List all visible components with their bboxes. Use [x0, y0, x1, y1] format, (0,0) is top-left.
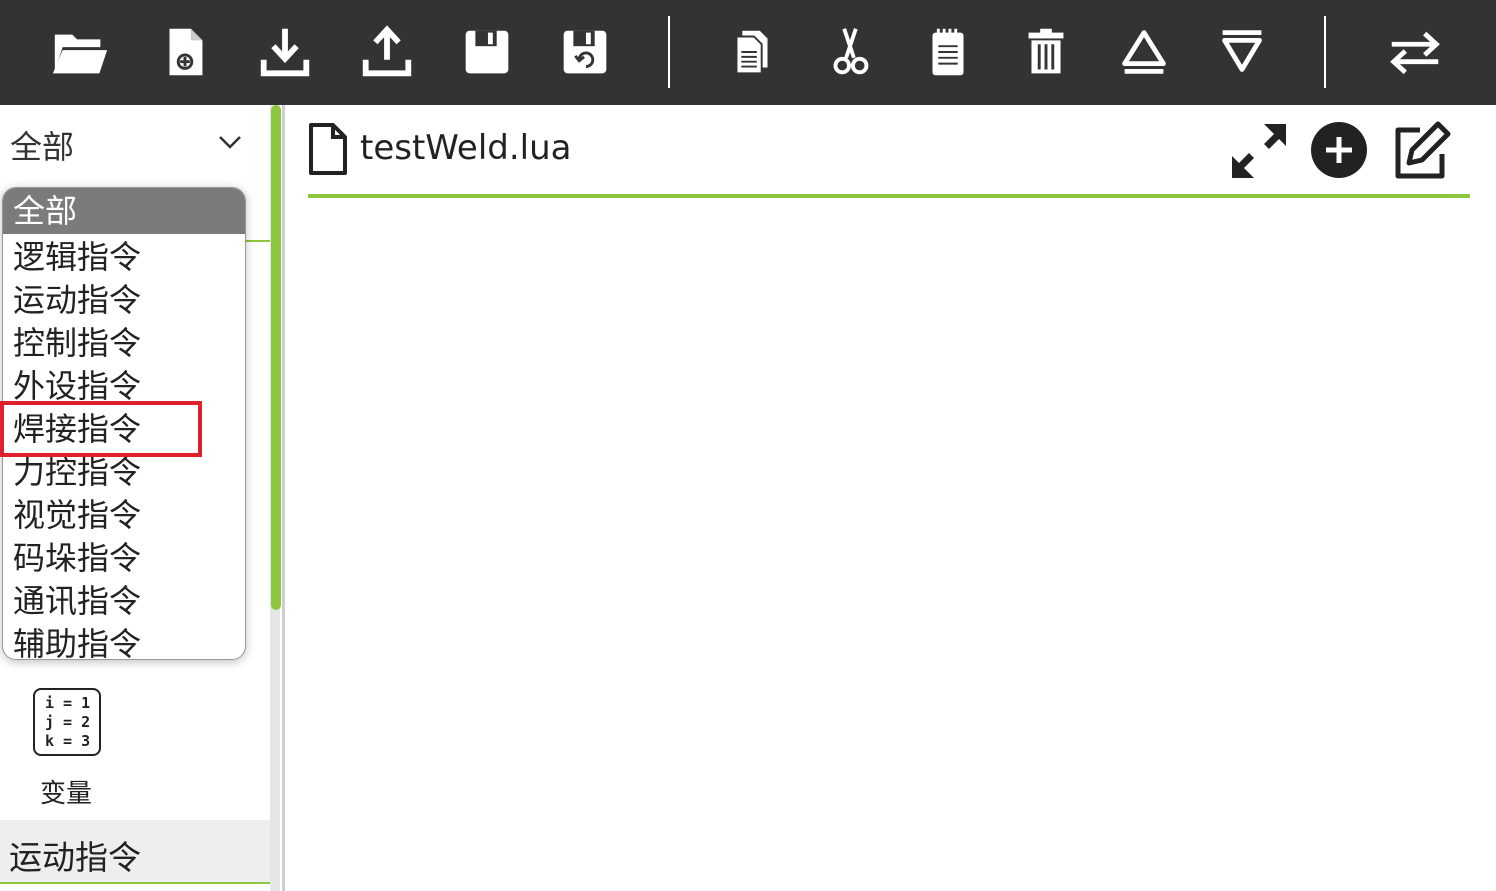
variable-label[interactable]: 变量 [40, 773, 92, 810]
sidebar-scrollbar-thumb[interactable] [271, 105, 281, 610]
delete-icon [1028, 28, 1064, 74]
delete-button[interactable] [1014, 20, 1078, 84]
save-icon [465, 30, 509, 74]
move-up-button[interactable] [1112, 20, 1176, 84]
upload-button[interactable] [355, 20, 419, 84]
category-select[interactable]: 全部 [0, 105, 270, 179]
dropdown-option[interactable]: 力控指令 [13, 451, 141, 493]
edit-icon[interactable] [1390, 120, 1452, 182]
download-button[interactable] [253, 20, 317, 84]
add-circle-icon[interactable] [1308, 120, 1370, 182]
variable-icon[interactable]: i = 1 j = 2 k = 3 [33, 688, 101, 756]
highlight-annotation [0, 401, 202, 457]
open-folder-icon [52, 34, 108, 74]
save-as-button[interactable] [553, 20, 617, 84]
move-up-icon [1122, 30, 1166, 74]
move-down-button[interactable] [1210, 20, 1274, 84]
dropdown-option[interactable]: 逻辑指令 [13, 236, 141, 278]
section-header-label: 运动指令 [9, 838, 141, 877]
dropdown-option-selected[interactable]: 全部 [3, 188, 245, 234]
expand-icon[interactable] [1228, 120, 1290, 182]
variable-icon-line: i = 1 [45, 694, 91, 712]
section-header-motion[interactable]: 运动指令 [0, 820, 270, 884]
dropdown-option[interactable]: 控制指令 [13, 322, 141, 364]
dropdown-option[interactable]: 通讯指令 [13, 580, 141, 622]
variable-icon-line: j = 2 [45, 713, 91, 731]
copy-icon [735, 30, 768, 75]
open-folder-button[interactable] [48, 20, 112, 84]
move-down-icon [1222, 30, 1262, 72]
cut-icon [833, 28, 869, 75]
upload-icon [362, 25, 412, 77]
dropdown-option[interactable]: 运动指令 [13, 279, 141, 321]
file-icon [309, 123, 347, 175]
save-as-icon [563, 30, 607, 74]
copy-button[interactable] [720, 20, 784, 84]
file-name: testWeld.lua [360, 128, 572, 168]
new-file-icon [169, 28, 203, 76]
dropdown-option[interactable]: 视觉指令 [13, 494, 141, 536]
download-icon [260, 28, 310, 77]
cut-button[interactable] [818, 20, 882, 84]
paste-button[interactable] [916, 20, 980, 84]
new-file-button[interactable] [153, 20, 217, 84]
editor-header: testWeld.lua [308, 120, 1470, 198]
swap-button[interactable] [1383, 20, 1447, 84]
dropdown-option-label: 全部 [13, 192, 78, 230]
main-toolbar [0, 0, 1496, 105]
paste-icon [932, 28, 964, 76]
chevron-down-icon [219, 136, 241, 149]
dropdown-option[interactable]: 辅助指令 [13, 623, 141, 659]
dropdown-option[interactable]: 码垛指令 [13, 537, 141, 579]
swap-icon [1390, 31, 1440, 75]
variable-icon-line: k = 3 [45, 732, 91, 750]
panel-divider[interactable] [282, 105, 285, 891]
save-button[interactable] [455, 20, 519, 84]
toolbar-separator [1324, 16, 1326, 88]
category-select-value: 全部 [10, 128, 75, 166]
toolbar-separator [668, 16, 670, 88]
